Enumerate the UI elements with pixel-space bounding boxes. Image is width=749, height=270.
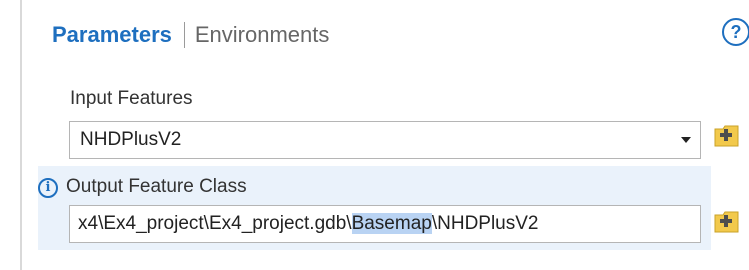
tab-environments[interactable]: Environments [195, 18, 330, 52]
tab-separator [183, 22, 185, 48]
output-feature-class-input[interactable]: x4\Ex4_project\Ex4_project.gdb\Basemap\N… [69, 205, 701, 243]
input-features-label: Input Features [70, 88, 193, 109]
help-circle-icon[interactable]: ? [722, 18, 749, 46]
pane-left-border [20, 0, 22, 270]
output-feature-class-label: Output Feature Class [66, 176, 247, 197]
add-folder-icon [714, 125, 739, 147]
browse-input-button[interactable] [714, 123, 741, 149]
input-features-value: NHDPlusV2 [80, 129, 182, 150]
info-icon[interactable]: i [38, 178, 58, 198]
browse-output-button[interactable] [714, 209, 741, 235]
tab-parameters[interactable]: Parameters [52, 18, 172, 52]
geoprocessing-pane: Parameters Environments ? Input Features… [0, 0, 749, 270]
chevron-down-icon[interactable] [681, 137, 691, 143]
pane-tabs: Parameters Environments [52, 18, 329, 52]
output-path-suffix: \NHDPlusV2 [431, 213, 539, 234]
output-path-prefix: x4\Ex4_project\Ex4_project.gdb\ [78, 213, 352, 234]
add-folder-icon [714, 211, 739, 233]
output-path-selected-text: Basemap [351, 213, 432, 234]
input-features-dropdown[interactable]: NHDPlusV2 [69, 121, 701, 159]
output-path-value: x4\Ex4_project\Ex4_project.gdb\Basemap\N… [78, 206, 539, 242]
